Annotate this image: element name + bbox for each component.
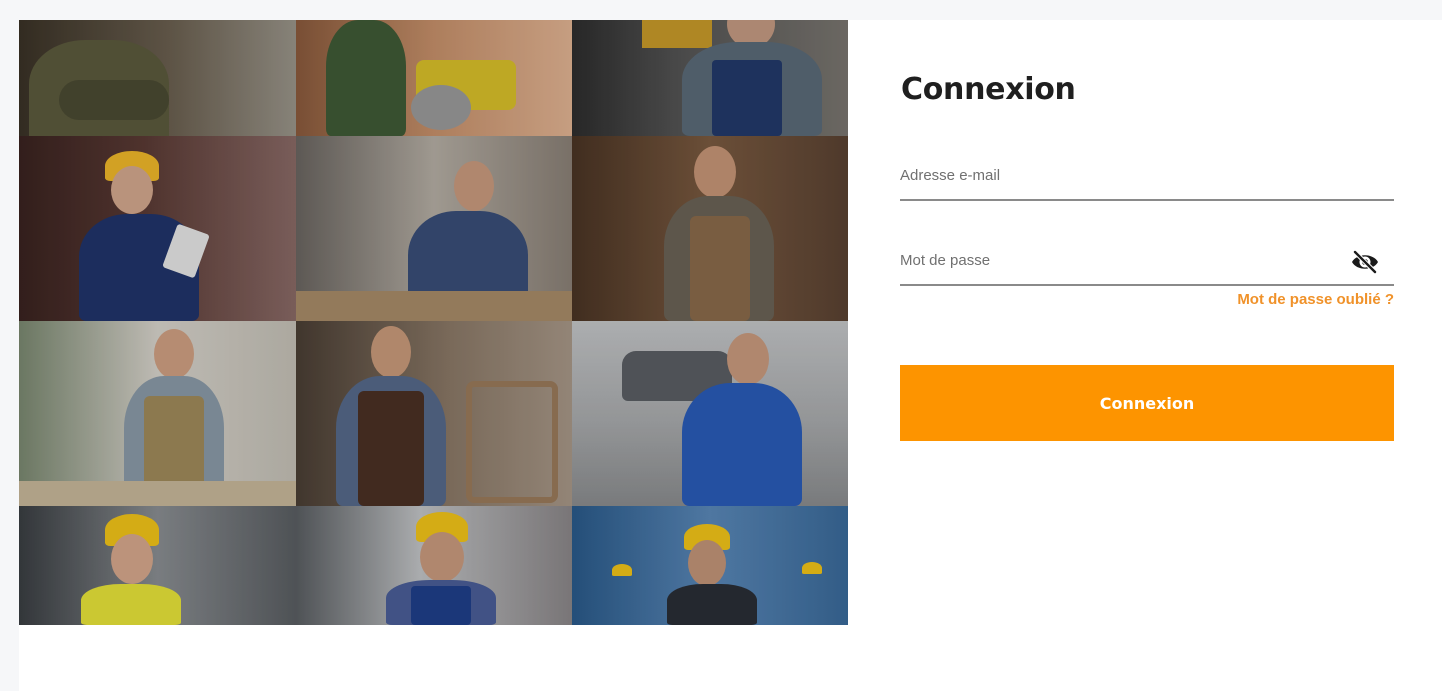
- photo-tile: [572, 20, 848, 136]
- worker-photo-grid: [19, 20, 848, 625]
- password-field-wrapper: [900, 240, 1394, 286]
- photo-tile: [19, 20, 296, 136]
- image-panel: [19, 20, 849, 691]
- photo-tile: [572, 136, 848, 321]
- login-button[interactable]: Connexion: [900, 365, 1394, 441]
- photo-tile: [572, 321, 848, 506]
- photo-tile: [19, 136, 296, 321]
- page-title: Connexion: [901, 72, 1076, 107]
- photo-tile: [296, 321, 572, 506]
- forgot-password-link[interactable]: Mot de passe oublié ?: [1237, 291, 1394, 308]
- eye-off-icon-svg: [1352, 249, 1378, 275]
- password-field[interactable]: [900, 240, 1340, 280]
- email-field-wrapper: [900, 155, 1394, 201]
- photo-tile: [572, 506, 848, 625]
- email-field[interactable]: [900, 155, 1340, 195]
- photo-tile: [296, 136, 572, 321]
- photo-tile: [296, 506, 572, 625]
- login-panel: Connexion Mot de passe oublié ? Connexio…: [849, 20, 1442, 691]
- photo-tile: [19, 506, 296, 625]
- photo-tile: [19, 321, 296, 506]
- eye-off-icon[interactable]: [1350, 249, 1380, 275]
- photo-tile: [296, 20, 572, 136]
